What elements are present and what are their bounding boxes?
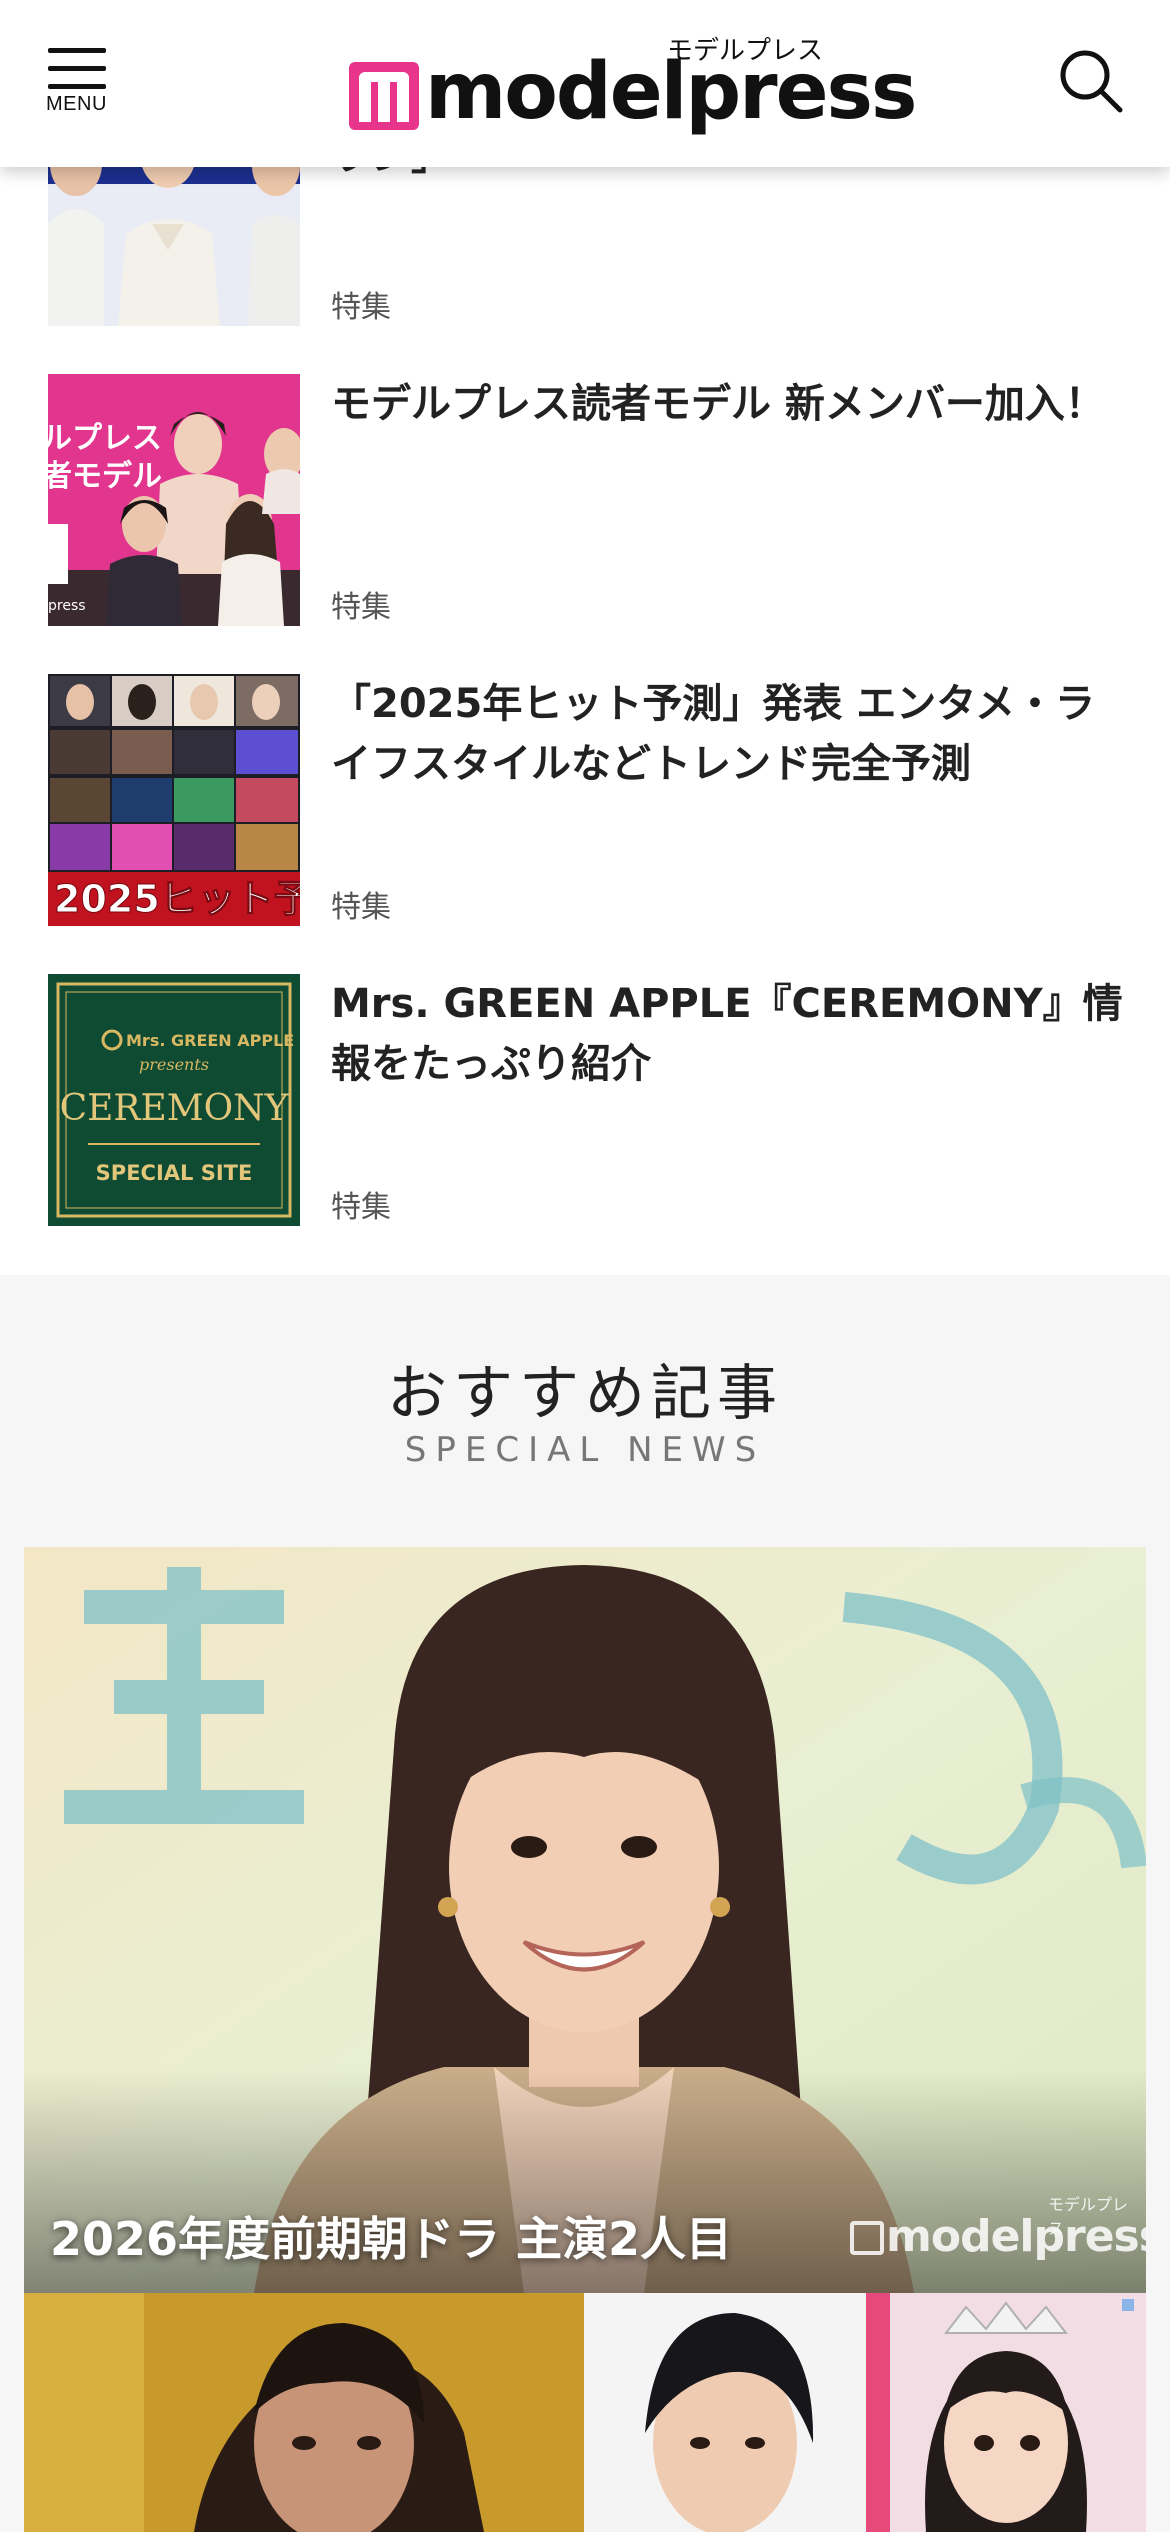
watermark-text: modelpress: [886, 2211, 1146, 2262]
article-item[interactable]: ルプレス 者モデル press モデルプレス読者モデル 新メンバー加入！ 特集: [48, 374, 1128, 626]
thumb-text: SPECIAL SITE: [96, 1161, 253, 1185]
thumbnail-photo: [585, 2293, 865, 2532]
article-category: 特集: [331, 590, 391, 625]
hamburger-icon: [48, 48, 106, 53]
thumbnail-photo: [866, 2293, 1146, 2532]
thumb-text: 2025ヒット予: [54, 877, 300, 921]
hamburger-icon-bar: [48, 84, 106, 89]
menu-button[interactable]: MENU: [46, 46, 112, 116]
recommended-article-thumbnail[interactable]: [866, 2293, 1146, 2532]
article-thumbnail[interactable]: 2025ヒット予: [48, 674, 300, 926]
thumb-text: CEREMONY: [60, 1088, 290, 1129]
search-button[interactable]: [1058, 48, 1124, 114]
article-category: 特集: [331, 1190, 391, 1225]
recommended-article-thumbnail[interactable]: [585, 2293, 865, 2532]
photo-watermark: モデルプレス modelpress: [850, 2191, 1146, 2271]
thumbnail-photo: [24, 2293, 584, 2532]
menu-label: MENU: [46, 93, 107, 115]
article-category: 特集: [331, 890, 391, 925]
article-category: 特集: [331, 290, 391, 325]
thumb-text: Mrs. GREEN APPLE: [126, 1031, 294, 1050]
thumb-text: press: [48, 598, 86, 614]
site-logo[interactable]: モデルプレス modelpress: [349, 30, 917, 140]
article-title[interactable]: モデルプレス読者モデル 新メンバー加入！: [331, 374, 1131, 434]
featured-article-title[interactable]: 2026年度前期朝ドラ 主演2人目: [50, 2203, 732, 2269]
section-subtitle: SPECIAL NEWS: [404, 1430, 766, 1470]
watermark-logo-icon: [850, 2221, 884, 2255]
featured-photo: [24, 1547, 1146, 2293]
article-title[interactable]: Mrs. GREEN APPLE『CEREMONY』情報をたっぷり紹介: [331, 974, 1131, 1094]
article-thumbnail[interactable]: Mrs. GREEN APPLE presents CEREMONY SPECI…: [48, 974, 300, 1226]
hamburger-icon-bar: [48, 66, 106, 71]
recommended-article-thumbnail[interactable]: [24, 2293, 584, 2532]
featured-article[interactable]: 2026年度前期朝ドラ 主演2人目 モデルプレス modelpress: [24, 1547, 1146, 2293]
article-item[interactable]: 2025ヒット予 「2025年ヒット予測」発表 エンタメ・ライフスタイルなどトレ…: [48, 674, 1128, 926]
article-thumbnail[interactable]: ルプレス 者モデル press: [48, 374, 300, 626]
site-header: MENU モデルプレス modelpress: [0, 0, 1170, 167]
thumb-text: presents: [139, 1055, 209, 1074]
thumb-text: ルプレス: [48, 421, 162, 456]
logo-mark-icon: [349, 62, 419, 130]
article-item[interactable]: Mrs. GREEN APPLE presents CEREMONY SPECI…: [48, 974, 1128, 1226]
logo-wordmark: modelpress: [425, 47, 917, 137]
recommended-section: おすすめ記事 SPECIAL NEWS 2026年度前期朝ドラ 主演2人目 モデ…: [0, 1275, 1170, 2532]
article-title[interactable]: 「2025年ヒット予測」発表 エンタメ・ライフスタイルなどトレンド完全予測: [331, 674, 1131, 794]
thumb-text: 者モデル: [48, 459, 162, 494]
search-icon: [1060, 50, 1123, 113]
section-title: おすすめ記事: [387, 1359, 783, 1429]
